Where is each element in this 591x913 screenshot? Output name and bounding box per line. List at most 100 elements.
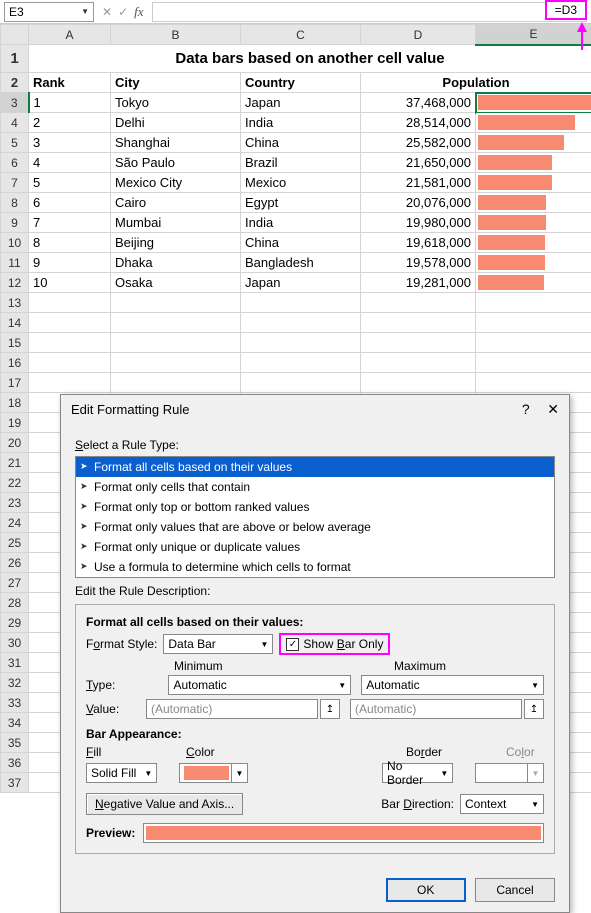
row-23-header[interactable]: 23 — [1, 493, 29, 513]
cell-population[interactable]: 19,578,000 — [361, 253, 476, 273]
cell-rank[interactable]: 2 — [29, 113, 111, 133]
fx-icon[interactable]: fx — [134, 4, 143, 20]
cell-databar[interactable] — [476, 193, 591, 213]
cell-country[interactable]: Japan — [241, 273, 361, 293]
cell-country[interactable]: Egypt — [241, 193, 361, 213]
row-24-header[interactable]: 24 — [1, 513, 29, 533]
cell-country[interactable]: Mexico — [241, 173, 361, 193]
cell-databar[interactable] — [476, 153, 591, 173]
cell-population[interactable]: 21,581,000 — [361, 173, 476, 193]
row-19-header[interactable]: 19 — [1, 413, 29, 433]
cell-databar[interactable] — [476, 213, 591, 233]
row-29-header[interactable]: 29 — [1, 613, 29, 633]
row-25-header[interactable]: 25 — [1, 533, 29, 553]
row-33-header[interactable]: 33 — [1, 693, 29, 713]
close-icon[interactable]: ✕ — [547, 401, 559, 417]
cell-city[interactable]: Delhi — [111, 113, 241, 133]
max-range-picker-icon[interactable]: ↥ — [524, 699, 544, 719]
cell-city[interactable]: Beijing — [111, 233, 241, 253]
row-11-header[interactable]: 11 — [1, 253, 29, 273]
cell-rank[interactable]: 7 — [29, 213, 111, 233]
cell-rank[interactable]: 6 — [29, 193, 111, 213]
cell-city[interactable]: São Paulo — [111, 153, 241, 173]
cell-population[interactable]: 21,650,000 — [361, 153, 476, 173]
fill-color-picker[interactable]: ▼ — [179, 763, 248, 783]
rule-type-item[interactable]: Format only cells that contain — [76, 477, 554, 497]
row-1-header[interactable]: 1 — [1, 45, 29, 73]
ok-button[interactable]: OK — [386, 878, 466, 902]
col-C[interactable]: C — [241, 25, 361, 45]
cell-databar[interactable] — [476, 133, 591, 153]
format-style-select[interactable]: Data Bar▼ — [163, 634, 273, 654]
col-A[interactable]: A — [29, 25, 111, 45]
col-E[interactable]: E — [476, 25, 591, 45]
cell-databar[interactable] — [476, 233, 591, 253]
row-37-header[interactable]: 37 — [1, 773, 29, 793]
cell-population[interactable]: 25,582,000 — [361, 133, 476, 153]
cell-country[interactable]: Bangladesh — [241, 253, 361, 273]
row-8-header[interactable]: 8 — [1, 193, 29, 213]
rule-type-item[interactable]: Format only values that are above or bel… — [76, 517, 554, 537]
cell-databar[interactable] — [476, 93, 591, 113]
row-13-header[interactable]: 13 — [1, 293, 29, 313]
row-5-header[interactable]: 5 — [1, 133, 29, 153]
cell-city[interactable]: Cairo — [111, 193, 241, 213]
row-20-header[interactable]: 20 — [1, 433, 29, 453]
cell-city[interactable]: Dhaka — [111, 253, 241, 273]
cell-rank[interactable]: 8 — [29, 233, 111, 253]
rule-type-item[interactable]: Format all cells based on their values — [76, 457, 554, 477]
row-31-header[interactable]: 31 — [1, 653, 29, 673]
sheet-title[interactable]: Data bars based on another cell value — [29, 45, 591, 73]
row-22-header[interactable]: 22 — [1, 473, 29, 493]
cell-city[interactable]: Mumbai — [111, 213, 241, 233]
hdr-country[interactable]: Country — [241, 73, 361, 93]
show-bar-only-checkbox[interactable]: ✓ — [286, 638, 299, 651]
row-15-header[interactable]: 15 — [1, 333, 29, 353]
select-all[interactable] — [1, 25, 29, 45]
row-16-header[interactable]: 16 — [1, 353, 29, 373]
cell-databar[interactable] — [476, 173, 591, 193]
cell-city[interactable]: Shanghai — [111, 133, 241, 153]
min-type-select[interactable]: Automatic▼ — [168, 675, 351, 695]
cell-rank[interactable]: 1 — [29, 93, 111, 113]
cell-country[interactable]: China — [241, 133, 361, 153]
col-D[interactable]: D — [361, 25, 476, 45]
rule-type-item[interactable]: Format only unique or duplicate values — [76, 537, 554, 557]
row-7-header[interactable]: 7 — [1, 173, 29, 193]
hdr-population[interactable]: Population — [361, 73, 591, 93]
dialog-titlebar[interactable]: Edit Formatting Rule ? ✕ — [61, 395, 569, 424]
hdr-city[interactable]: City — [111, 73, 241, 93]
row-3-header[interactable]: 3 — [1, 93, 29, 113]
rule-type-item[interactable]: Format only top or bottom ranked values — [76, 497, 554, 517]
cell-country[interactable]: China — [241, 233, 361, 253]
cell-rank[interactable]: 5 — [29, 173, 111, 193]
cell-population[interactable]: 19,980,000 — [361, 213, 476, 233]
col-B[interactable]: B — [111, 25, 241, 45]
max-value-input[interactable]: (Automatic) — [350, 699, 522, 719]
row-27-header[interactable]: 27 — [1, 573, 29, 593]
hdr-rank[interactable]: Rank — [29, 73, 111, 93]
row-32-header[interactable]: 32 — [1, 673, 29, 693]
cell-city[interactable]: Osaka — [111, 273, 241, 293]
cell-city[interactable]: Mexico City — [111, 173, 241, 193]
cell-databar[interactable] — [476, 113, 591, 133]
row-28-header[interactable]: 28 — [1, 593, 29, 613]
row-18-header[interactable]: 18 — [1, 393, 29, 413]
row-34-header[interactable]: 34 — [1, 713, 29, 733]
cell-rank[interactable]: 3 — [29, 133, 111, 153]
min-range-picker-icon[interactable]: ↥ — [320, 699, 340, 719]
cancel-button[interactable]: Cancel — [475, 878, 555, 902]
row-14-header[interactable]: 14 — [1, 313, 29, 333]
cell-databar[interactable] — [476, 273, 591, 293]
check-icon[interactable]: ✓ — [118, 5, 128, 19]
row-26-header[interactable]: 26 — [1, 553, 29, 573]
cell-population[interactable]: 28,514,000 — [361, 113, 476, 133]
cell-country[interactable]: Japan — [241, 93, 361, 113]
min-value-input[interactable]: (Automatic) — [146, 699, 318, 719]
cancel-icon[interactable]: ✕ — [102, 5, 112, 19]
formula-input[interactable] — [152, 2, 587, 22]
cell-population[interactable]: 19,281,000 — [361, 273, 476, 293]
row-2-header[interactable]: 2 — [1, 73, 29, 93]
cell-rank[interactable]: 10 — [29, 273, 111, 293]
row-9-header[interactable]: 9 — [1, 213, 29, 233]
